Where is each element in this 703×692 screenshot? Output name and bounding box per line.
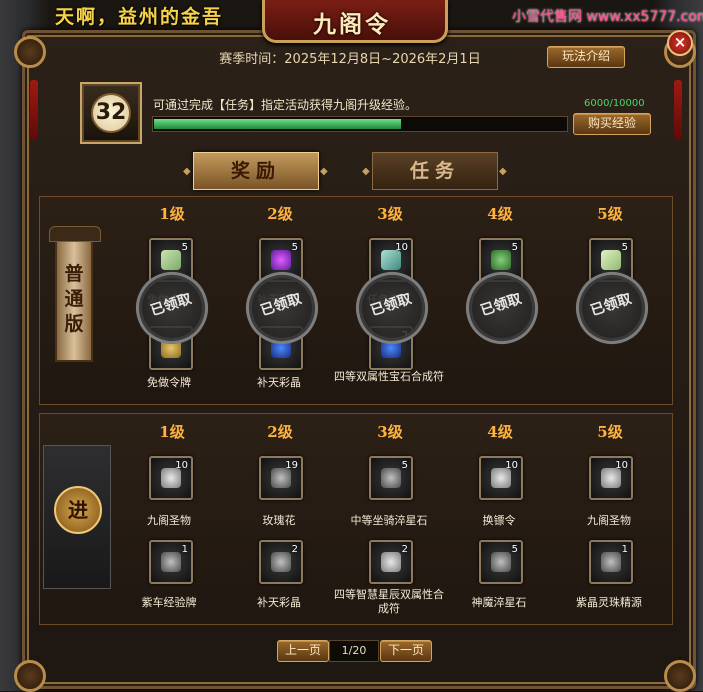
item-count: 5 bbox=[511, 544, 518, 555]
item-name: 神魔淬星石 bbox=[471, 596, 527, 609]
prev-page-button[interactable]: 上一页 bbox=[277, 640, 329, 662]
item-count: 1 bbox=[181, 544, 188, 555]
exp-progress-bar bbox=[152, 116, 568, 132]
coin-icon bbox=[491, 468, 511, 488]
level-label: 5级 bbox=[597, 205, 623, 223]
item-name: 补天彩晶 bbox=[257, 596, 301, 609]
level-label: 2级 bbox=[267, 423, 293, 441]
tassel-icon bbox=[674, 80, 682, 140]
item-name: 玫瑰花 bbox=[262, 514, 296, 527]
normal-badge-text: 普通版 bbox=[64, 263, 84, 335]
tab-ornament-icon: ◆ bbox=[183, 166, 191, 177]
page-indicator: 1/20 bbox=[329, 640, 379, 662]
exp-text: 6000/10000 bbox=[584, 98, 645, 109]
card-icon bbox=[161, 552, 181, 572]
item-name: 补天彩晶 bbox=[257, 376, 301, 389]
level-frame: 32 bbox=[80, 82, 142, 144]
level-label: 3级 bbox=[377, 423, 403, 441]
tab-ornament-icon: ◆ bbox=[320, 166, 328, 177]
reward-slot[interactable]: 2 bbox=[369, 540, 413, 584]
level-value: 32 bbox=[91, 93, 131, 133]
coin-icon bbox=[491, 250, 511, 270]
window-title: 九阁令 bbox=[313, 11, 391, 38]
item-name: 中等坐骑淬星石 bbox=[350, 514, 428, 527]
relic-icon bbox=[601, 250, 621, 270]
reward-slot[interactable]: 2 bbox=[259, 540, 303, 584]
level-label: 5级 bbox=[597, 423, 623, 441]
corner-ornament-icon bbox=[14, 660, 46, 692]
item-count: 10 bbox=[175, 460, 188, 471]
level-label: 2级 bbox=[267, 205, 293, 223]
item-count: 2 bbox=[291, 544, 298, 555]
item-count: 19 bbox=[285, 460, 298, 471]
reward-slot[interactable]: 10 bbox=[589, 456, 633, 500]
item-name: 四等智慧星辰双属性合成符 bbox=[334, 588, 444, 615]
relic-icon bbox=[161, 468, 181, 488]
item-count: 5 bbox=[291, 242, 298, 253]
reward-slot[interactable]: 1 bbox=[589, 540, 633, 584]
reward-slot[interactable]: 5 bbox=[369, 456, 413, 500]
tab-ornament-icon: ◆ bbox=[362, 166, 370, 177]
item-name: 换镖令 bbox=[482, 514, 516, 527]
relic-icon bbox=[601, 468, 621, 488]
item-name: 免做令牌 bbox=[147, 376, 191, 389]
system-broadcast: 天啊，益州的金吾 bbox=[55, 6, 224, 28]
close-button[interactable]: × bbox=[667, 30, 693, 56]
advanced-version-badge: 进 bbox=[43, 445, 111, 589]
item-count: 10 bbox=[505, 460, 518, 471]
stone-icon bbox=[491, 552, 511, 572]
item-count: 5 bbox=[511, 242, 518, 253]
buy-exp-button[interactable]: 购买经验 bbox=[573, 113, 651, 135]
corner-ornament-icon bbox=[664, 660, 696, 692]
rules-button[interactable]: 玩法介绍 bbox=[547, 46, 625, 68]
season-time: 赛季时间：2025年12月8日~2026年2月1日 bbox=[219, 52, 481, 67]
tab-ornament-icon: ◆ bbox=[499, 166, 507, 177]
rose-icon bbox=[271, 468, 291, 488]
level-label: 1级 bbox=[159, 205, 185, 223]
item-name: 九阁圣物 bbox=[147, 514, 191, 527]
item-count: 5 bbox=[621, 242, 628, 253]
item-count: 1 bbox=[621, 544, 628, 555]
tassel-icon bbox=[30, 80, 38, 140]
level-label: 4级 bbox=[487, 205, 513, 223]
item-count: 10 bbox=[615, 460, 628, 471]
gem-icon bbox=[271, 250, 291, 270]
item-name: 九阁圣物 bbox=[587, 514, 631, 527]
tab-reward[interactable]: 奖励 bbox=[193, 152, 319, 190]
exp-progress-fill bbox=[154, 119, 401, 129]
reward-slot[interactable]: 10 bbox=[149, 456, 193, 500]
advanced-badge-label: 进 bbox=[54, 486, 102, 534]
watermark: 小雪代售网 www.xx5777.com bbox=[512, 9, 703, 25]
item-count: 5 bbox=[401, 460, 408, 471]
corner-ornament-icon bbox=[14, 36, 46, 68]
item-count: 2 bbox=[401, 544, 408, 555]
item-count: 10 bbox=[395, 242, 408, 253]
item-name: 四等双属性宝石合成符 bbox=[334, 370, 444, 383]
scroll-icon bbox=[381, 250, 401, 270]
item-name: 紫晶灵珠精源 bbox=[576, 596, 642, 609]
tab-task[interactable]: 任务 bbox=[372, 152, 498, 190]
reward-slot[interactable]: 10 bbox=[479, 456, 523, 500]
gem-icon bbox=[271, 552, 291, 572]
reward-slot[interactable]: 5 bbox=[479, 540, 523, 584]
level-label: 4级 bbox=[487, 423, 513, 441]
next-page-button[interactable]: 下一页 bbox=[380, 640, 432, 662]
reward-slot[interactable]: 1 bbox=[149, 540, 193, 584]
item-name: 紫车经验牌 bbox=[141, 596, 197, 609]
scroll-icon bbox=[381, 552, 401, 572]
item-count: 5 bbox=[181, 242, 188, 253]
exp-description: 可通过完成【任务】指定活动获得九阁升级经验。 bbox=[153, 98, 418, 112]
normal-version-badge: 普通版 bbox=[49, 226, 101, 362]
token-icon bbox=[161, 250, 181, 270]
orb-icon bbox=[601, 552, 621, 572]
stone-icon bbox=[381, 468, 401, 488]
level-label: 1级 bbox=[159, 423, 185, 441]
level-label: 3级 bbox=[377, 205, 403, 223]
reward-slot[interactable]: 19 bbox=[259, 456, 303, 500]
